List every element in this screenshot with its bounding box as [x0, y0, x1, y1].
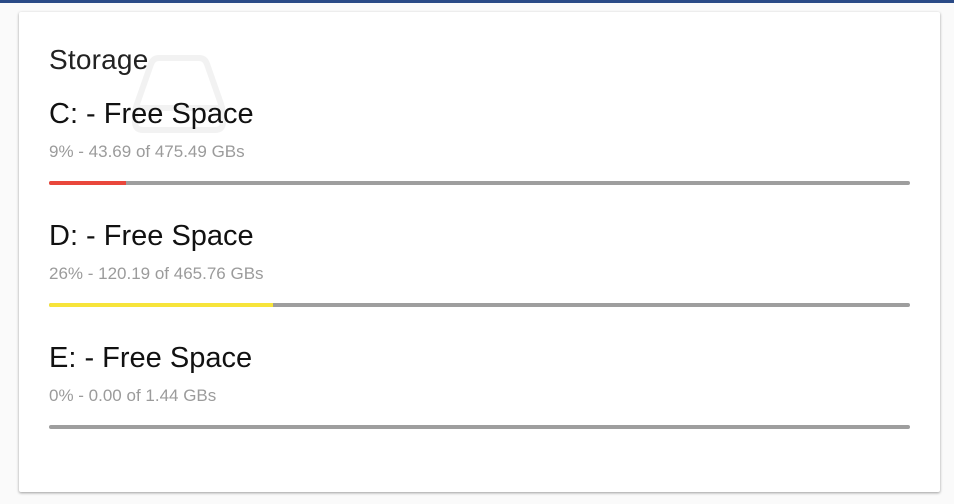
drive-usage-text: 26% - 120.19 of 465.76 GBs	[49, 264, 264, 283]
free-space-progress-bar	[49, 425, 910, 429]
drive-title: D: - Free Space	[49, 220, 254, 252]
drive-c: C: - Free Space 9% - 43.69 of 475.49 GBs	[49, 96, 910, 185]
progress-fill	[49, 303, 273, 307]
drive-d: D: - Free Space 26% - 120.19 of 465.76 G…	[49, 218, 910, 307]
drive-e: E: - Free Space 0% - 0.00 of 1.44 GBs	[49, 340, 910, 429]
storage-card: Storage C: - Free Space 9% - 43.69 of 47…	[19, 12, 940, 492]
top-accent-bar	[0, 0, 954, 3]
free-space-progress-bar	[49, 303, 910, 307]
card-title: Storage	[49, 44, 149, 75]
drive-usage-text: 9% - 43.69 of 475.49 GBs	[49, 142, 245, 161]
drive-title: C: - Free Space	[49, 98, 254, 130]
drive-usage-text: 0% - 0.00 of 1.44 GBs	[49, 386, 217, 405]
progress-fill	[49, 181, 127, 185]
free-space-progress-bar	[49, 181, 910, 185]
drive-title: E: - Free Space	[49, 342, 253, 374]
